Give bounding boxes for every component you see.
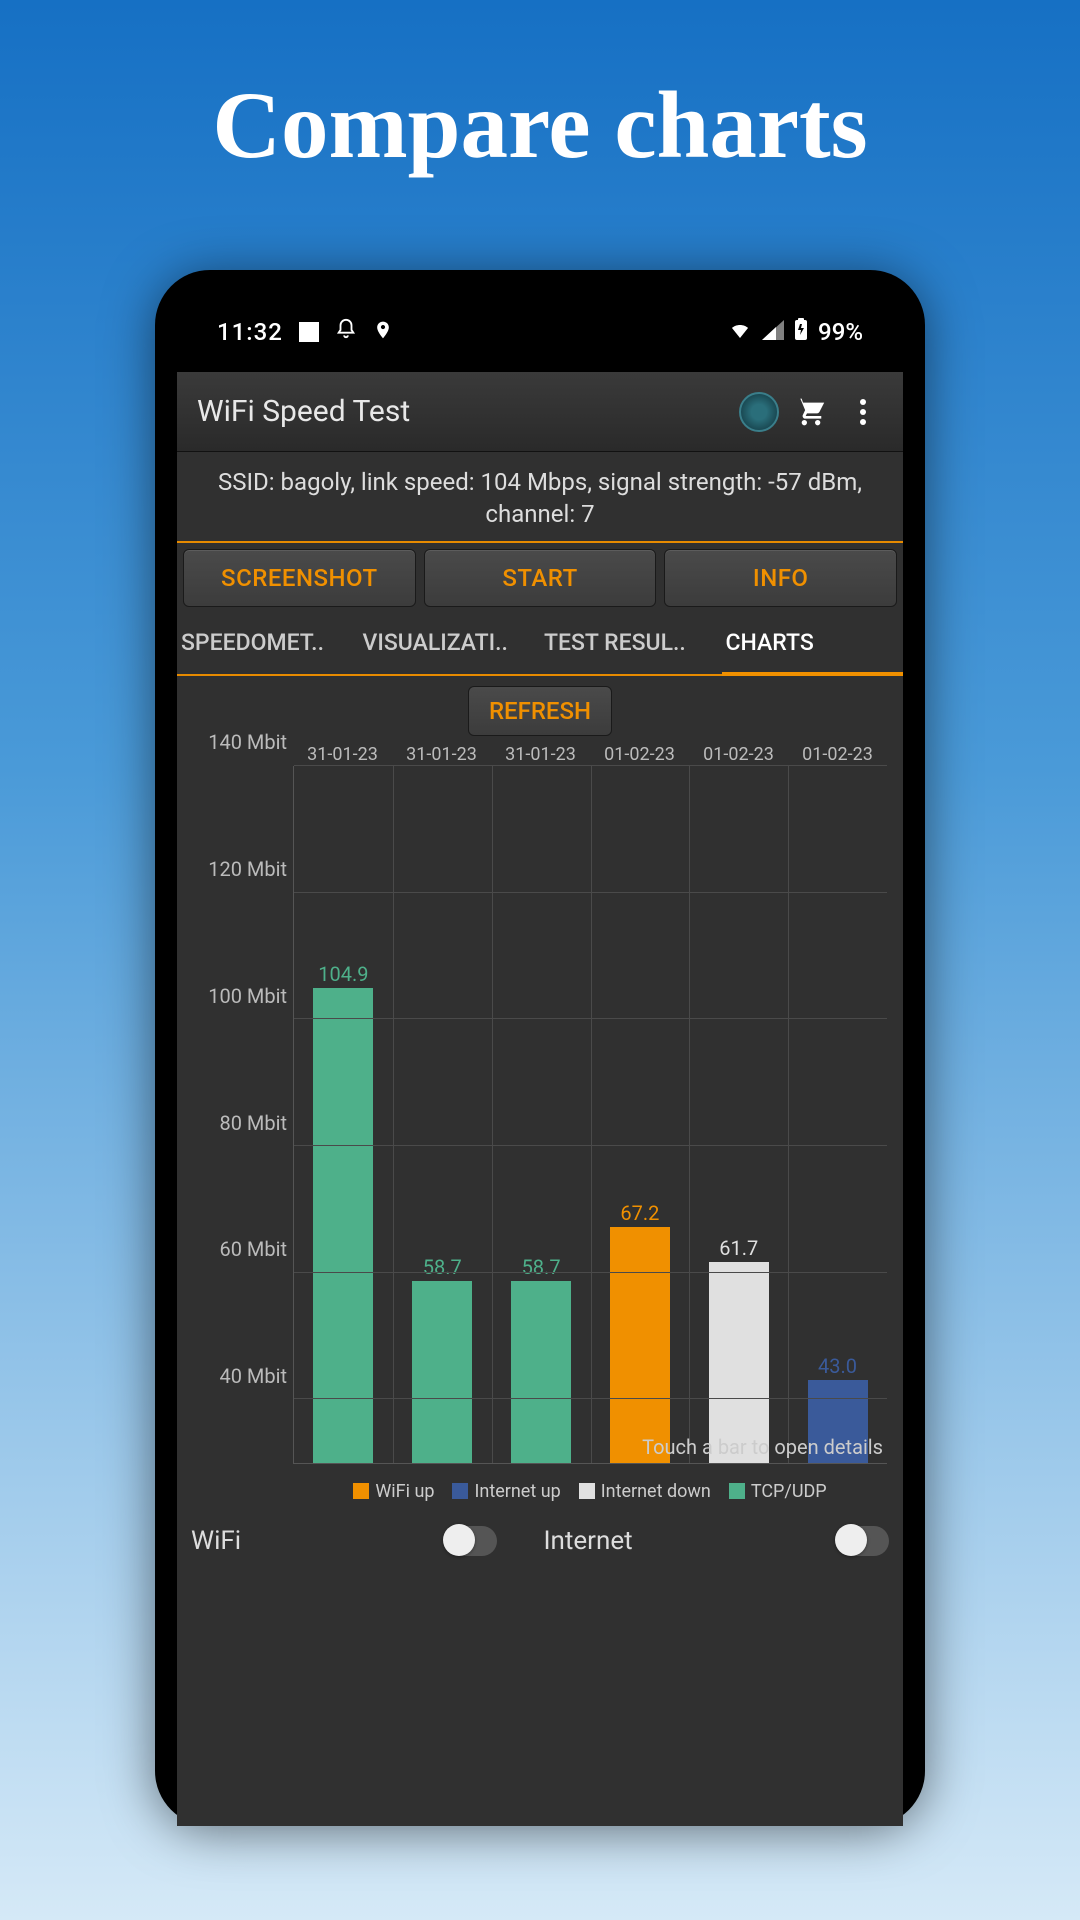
connection-info: SSID: bagoly, link speed: 104 Mbps, sign… xyxy=(177,452,903,543)
screenshot-button[interactable]: SCREENSHOT xyxy=(183,549,416,607)
bar-value-label: 43.0 xyxy=(818,1354,857,1378)
phone-frame: 11:32 99% xyxy=(155,270,925,1826)
y-axis-tick: 40 Mbit xyxy=(219,1364,287,1388)
gear-icon xyxy=(739,392,779,432)
bar-wifi_up[interactable]: 67.2 xyxy=(610,1227,670,1463)
start-button[interactable]: START xyxy=(424,549,657,607)
bar-value-label: 58.7 xyxy=(423,1255,462,1279)
bar-slot[interactable]: 58.7 xyxy=(393,766,492,1463)
bar-value-label: 67.2 xyxy=(620,1201,659,1225)
cart-button[interactable] xyxy=(785,386,837,438)
bar-value-label: 61.7 xyxy=(719,1236,758,1260)
x-axis-label: 31-01-23 xyxy=(491,744,590,765)
y-axis-tick: 80 Mbit xyxy=(219,1111,287,1135)
bar-slot[interactable]: 67.2 xyxy=(590,766,689,1463)
app-bar: WiFi Speed Test xyxy=(177,372,903,452)
legend-label: Internet down xyxy=(601,1481,711,1502)
legend-tcp-udp: TCP/UDP xyxy=(729,1481,827,1502)
chart-legend: WiFi up Internet up Internet down TCP/UD… xyxy=(293,1481,887,1502)
y-axis-tick: 120 Mbit xyxy=(208,857,287,881)
legend-label: WiFi up xyxy=(375,1481,434,1502)
overflow-menu-button[interactable] xyxy=(837,386,889,438)
x-axis-label: 31-01-23 xyxy=(293,744,392,765)
legend-label: TCP/UDP xyxy=(751,1481,827,1502)
promo-title: Compare charts xyxy=(0,0,1080,180)
tab-visualization[interactable]: VISUALIZATI.. xyxy=(359,613,541,674)
bar-tcp_udp[interactable]: 58.7 xyxy=(511,1281,571,1463)
legend-internet-up: Internet up xyxy=(452,1481,560,1502)
legend-label: Internet up xyxy=(474,1481,560,1502)
chart-hint: Touch a bar to open details xyxy=(642,1435,883,1459)
info-button[interactable]: INFO xyxy=(664,549,897,607)
wifi-toggle-label: WiFi xyxy=(191,1526,241,1556)
bar-slot[interactable]: 58.7 xyxy=(492,766,591,1463)
y-axis-tick: 100 Mbit xyxy=(208,984,287,1008)
wifi-icon xyxy=(728,318,752,346)
tab-row: SPEEDOMET.. VISUALIZATI.. TEST RESUL.. C… xyxy=(177,613,903,676)
bell-icon xyxy=(335,318,357,346)
tab-charts[interactable]: CHARTS xyxy=(722,613,904,676)
battery-icon xyxy=(794,318,808,346)
bar-slot[interactable]: 43.0 xyxy=(788,766,887,1463)
y-axis-tick: 140 Mbit xyxy=(208,730,287,754)
action-button-row: SCREENSHOT START INFO xyxy=(177,543,903,613)
phone-screen: 11:32 99% xyxy=(177,292,903,1826)
y-axis-tick: 60 Mbit xyxy=(219,1237,287,1261)
status-bar: 11:32 99% xyxy=(177,292,903,372)
status-time: 11:32 xyxy=(217,318,283,346)
internet-toggle-label: Internet xyxy=(543,1526,632,1556)
battery-percent: 99% xyxy=(818,318,863,346)
x-axis-label: 31-01-23 xyxy=(392,744,491,765)
x-axis-label: 01-02-23 xyxy=(788,744,887,765)
bar-internet_down[interactable]: 61.7 xyxy=(709,1262,769,1463)
signal-icon xyxy=(762,318,784,346)
refresh-button[interactable]: REFRESH xyxy=(468,686,612,736)
legend-wifi-up: WiFi up xyxy=(353,1481,434,1502)
bar-value-label: 58.7 xyxy=(522,1255,561,1279)
app-title: WiFi Speed Test xyxy=(197,394,733,429)
square-icon xyxy=(299,322,319,342)
bar-slot[interactable]: 61.7 xyxy=(689,766,788,1463)
chart[interactable]: 31-01-2331-01-2331-01-2301-02-2301-02-23… xyxy=(185,748,895,1508)
tab-test-results[interactable]: TEST RESUL.. xyxy=(540,613,722,674)
cart-icon xyxy=(795,396,827,428)
internet-toggle[interactable] xyxy=(837,1526,889,1556)
legend-internet-down: Internet down xyxy=(579,1481,711,1502)
toggle-row: WiFi Internet xyxy=(177,1508,903,1574)
wifi-toggle[interactable] xyxy=(445,1526,497,1556)
more-vert-icon xyxy=(860,399,866,425)
settings-gear-button[interactable] xyxy=(733,386,785,438)
bar-tcp_udp[interactable]: 58.7 xyxy=(412,1281,472,1463)
location-icon xyxy=(373,318,393,346)
x-axis-label: 01-02-23 xyxy=(590,744,689,765)
x-axis-label: 01-02-23 xyxy=(689,744,788,765)
bar-slot[interactable]: 104.9 xyxy=(294,766,393,1463)
tab-speedometer[interactable]: SPEEDOMET.. xyxy=(177,613,359,674)
bar-tcp_udp[interactable]: 104.9 xyxy=(313,988,373,1463)
content-area: SSID: bagoly, link speed: 104 Mbps, sign… xyxy=(177,452,903,1826)
bar-value-label: 104.9 xyxy=(318,962,368,986)
